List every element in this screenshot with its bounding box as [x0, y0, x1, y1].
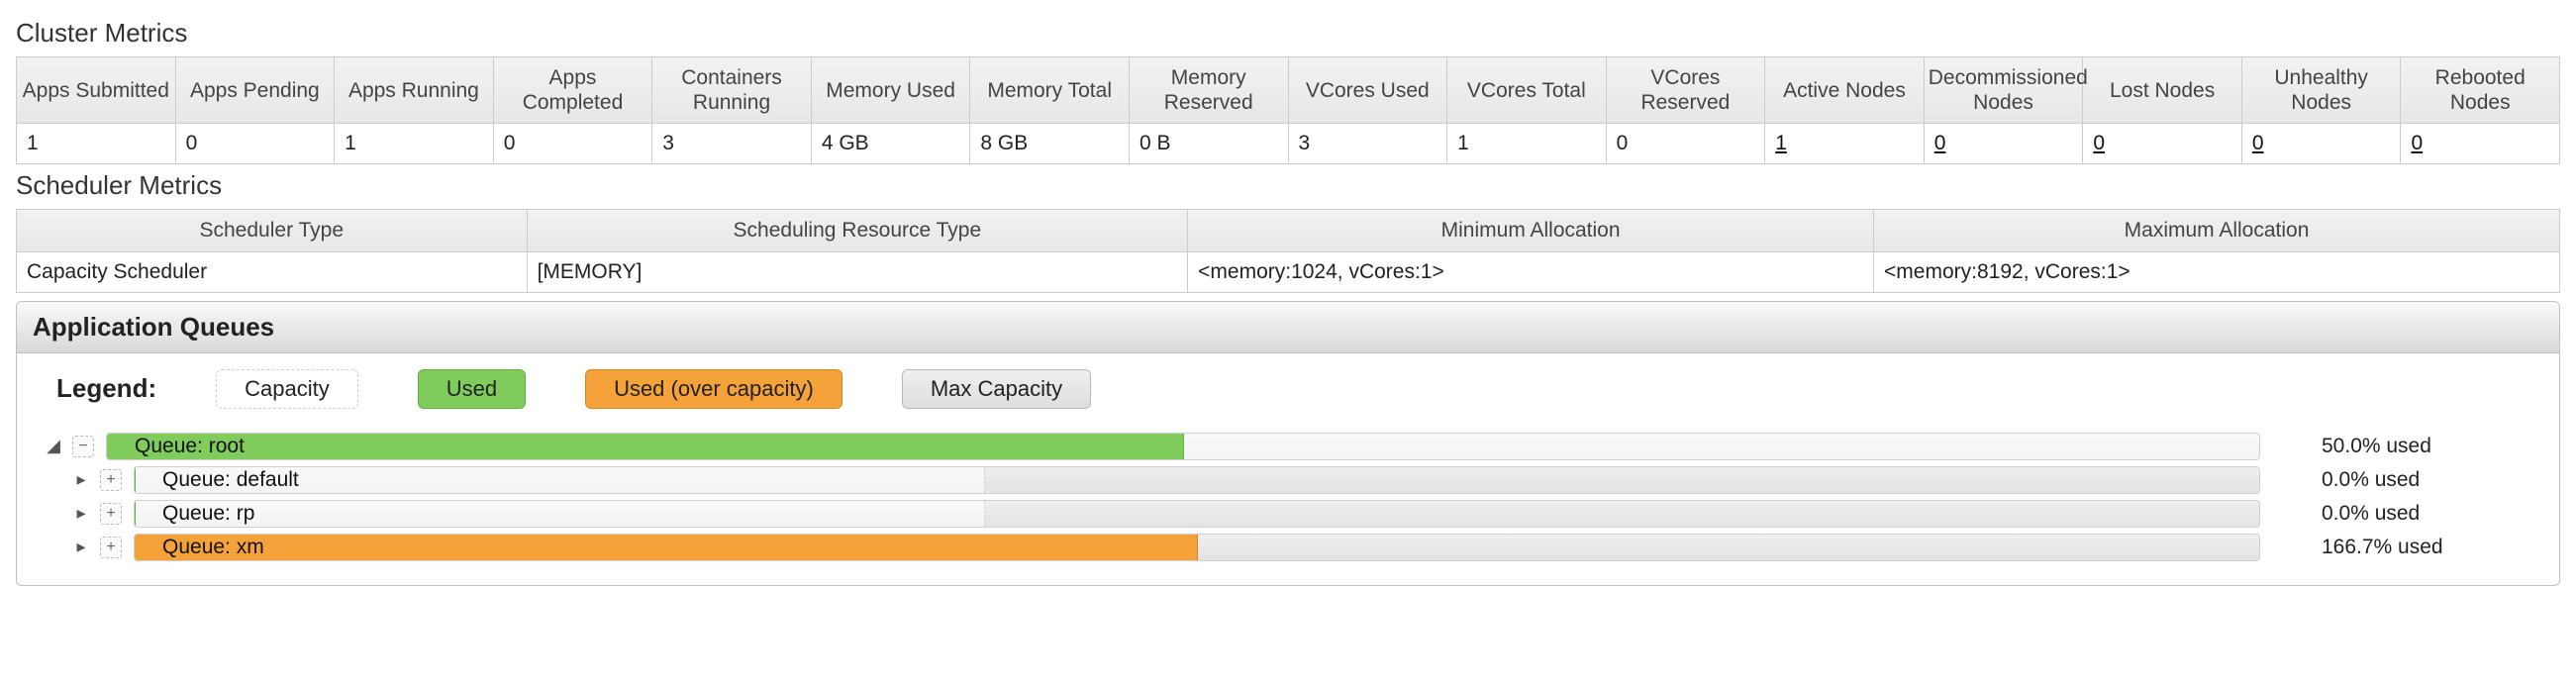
cell-apps-running: 1	[335, 124, 494, 164]
legend-max-capacity: Max Capacity	[902, 369, 1091, 409]
cell-vcores-reserved: 0	[1606, 124, 1765, 164]
legend-capacity: Capacity	[216, 369, 358, 409]
cell-apps-submitted: 1	[17, 124, 176, 164]
application-queues-header[interactable]: Application Queues	[17, 302, 2559, 353]
cell-decommissioned-nodes[interactable]: 0	[1924, 124, 2083, 164]
cell-max-alloc: <memory:8192, vCores:1>	[1874, 251, 2560, 292]
cell-lost-nodes[interactable]: 0	[2083, 124, 2242, 164]
queue-label: Queue: default	[162, 468, 299, 492]
queue-row-xm: ▸ + Queue: xm 166.7% used	[74, 534, 2539, 561]
cell-memory-total: 8 GB	[970, 124, 1130, 164]
tree-toggle-icon[interactable]: ▸	[74, 503, 88, 524]
expand-icon[interactable]: +	[100, 503, 122, 525]
table-row: Capacity Scheduler [MEMORY] <memory:1024…	[17, 251, 2560, 292]
scheduler-metrics-table: Scheduler Type Scheduling Resource Type …	[16, 209, 2560, 292]
scheduler-metrics-title: Scheduler Metrics	[16, 170, 2560, 201]
col-min-alloc: Minimum Allocation	[1188, 210, 1874, 251]
cell-min-alloc: <memory:1024, vCores:1>	[1188, 251, 1874, 292]
cell-apps-completed: 0	[493, 124, 652, 164]
queue-row-rp: ▸ + Queue: rp 0.0% used	[74, 500, 2539, 528]
queue-used-fill	[135, 501, 136, 527]
queue-used-fill	[135, 535, 1198, 560]
table-row: 1 0 1 0 3 4 GB 8 GB 0 B 3 1 0 1 0 0 0 0	[17, 124, 2560, 164]
expand-icon[interactable]: +	[100, 469, 122, 491]
col-decommissioned-nodes: Decommissioned Nodes	[1924, 57, 2083, 124]
legend: Legend: Capacity Used Used (over capacit…	[37, 369, 2539, 427]
cell-active-nodes[interactable]: 1	[1765, 124, 1925, 164]
cluster-metrics-title: Cluster Metrics	[16, 18, 2560, 49]
col-vcores-reserved: VCores Reserved	[1606, 57, 1765, 124]
tree-toggle-icon[interactable]: ▸	[74, 469, 88, 490]
queue-bar-xm[interactable]: Queue: xm	[134, 534, 2260, 561]
queue-used-text: 0.0% used	[2272, 468, 2539, 492]
lost-nodes-link[interactable]: 0	[2093, 132, 2105, 154]
col-vcores-total: VCores Total	[1447, 57, 1607, 124]
col-resource-type: Scheduling Resource Type	[527, 210, 1188, 251]
queue-bar-rp[interactable]: Queue: rp	[134, 500, 2260, 528]
cell-vcores-used: 3	[1288, 124, 1447, 164]
col-vcores-used: VCores Used	[1288, 57, 1447, 124]
cell-vcores-total: 1	[1447, 124, 1607, 164]
cell-memory-used: 4 GB	[811, 124, 970, 164]
table-header-row: Scheduler Type Scheduling Resource Type …	[17, 210, 2560, 251]
col-scheduler-type: Scheduler Type	[17, 210, 528, 251]
queue-used-text: 0.0% used	[2272, 502, 2539, 526]
col-memory-total: Memory Total	[970, 57, 1130, 124]
collapse-icon[interactable]: −	[72, 436, 94, 457]
col-max-alloc: Maximum Allocation	[1874, 210, 2560, 251]
legend-used-over: Used (over capacity)	[585, 369, 842, 409]
cell-scheduler-type: Capacity Scheduler	[17, 251, 528, 292]
queue-label: Queue: xm	[162, 536, 264, 559]
queue-label: Queue: rp	[162, 502, 254, 526]
cell-rebooted-nodes[interactable]: 0	[2401, 124, 2560, 164]
col-apps-submitted: Apps Submitted	[17, 57, 176, 124]
queue-used-text: 50.0% used	[2272, 435, 2539, 458]
col-apps-completed: Apps Completed	[493, 57, 652, 124]
cell-resource-type: [MEMORY]	[527, 251, 1188, 292]
queue-bar-root[interactable]: Queue: root	[106, 433, 2260, 460]
queue-used-fill	[135, 467, 136, 493]
col-memory-used: Memory Used	[811, 57, 970, 124]
queue-capacity-marker	[135, 501, 985, 527]
rebooted-nodes-link[interactable]: 0	[2411, 132, 2423, 154]
cell-containers-running: 3	[652, 124, 812, 164]
queue-bar-default[interactable]: Queue: default	[134, 466, 2260, 494]
queue-tree: ◢ − Queue: root 50.0% used ▸ +	[47, 433, 2539, 561]
cluster-metrics-table: Apps Submitted Apps Pending Apps Running…	[16, 56, 2560, 164]
col-unhealthy-nodes: Unhealthy Nodes	[2241, 57, 2401, 124]
queue-row-default: ▸ + Queue: default 0.0% used	[74, 466, 2539, 494]
cell-apps-pending: 0	[175, 124, 335, 164]
queue-row-root: ◢ − Queue: root 50.0% used	[47, 433, 2539, 460]
unhealthy-nodes-link[interactable]: 0	[2252, 132, 2264, 154]
expand-icon[interactable]: +	[100, 537, 122, 558]
queue-used-text: 166.7% used	[2272, 536, 2539, 559]
col-apps-pending: Apps Pending	[175, 57, 335, 124]
tree-toggle-icon[interactable]: ▸	[74, 537, 88, 557]
col-containers-running: Containers Running	[652, 57, 812, 124]
decommissioned-nodes-link[interactable]: 0	[1934, 132, 1946, 154]
queue-label: Queue: root	[135, 435, 245, 458]
legend-label: Legend:	[56, 373, 156, 404]
col-rebooted-nodes: Rebooted Nodes	[2401, 57, 2560, 124]
queue-used-fill	[107, 434, 1184, 459]
cell-unhealthy-nodes[interactable]: 0	[2241, 124, 2401, 164]
cell-memory-reserved: 0 B	[1129, 124, 1288, 164]
col-active-nodes: Active Nodes	[1765, 57, 1925, 124]
legend-used: Used	[418, 369, 526, 409]
tree-toggle-icon[interactable]: ◢	[47, 436, 60, 456]
col-memory-reserved: Memory Reserved	[1129, 57, 1288, 124]
col-lost-nodes: Lost Nodes	[2083, 57, 2242, 124]
application-queues-panel: Application Queues Legend: Capacity Used…	[16, 301, 2560, 586]
col-apps-running: Apps Running	[335, 57, 494, 124]
active-nodes-link[interactable]: 1	[1775, 132, 1787, 154]
table-header-row: Apps Submitted Apps Pending Apps Running…	[17, 57, 2560, 124]
